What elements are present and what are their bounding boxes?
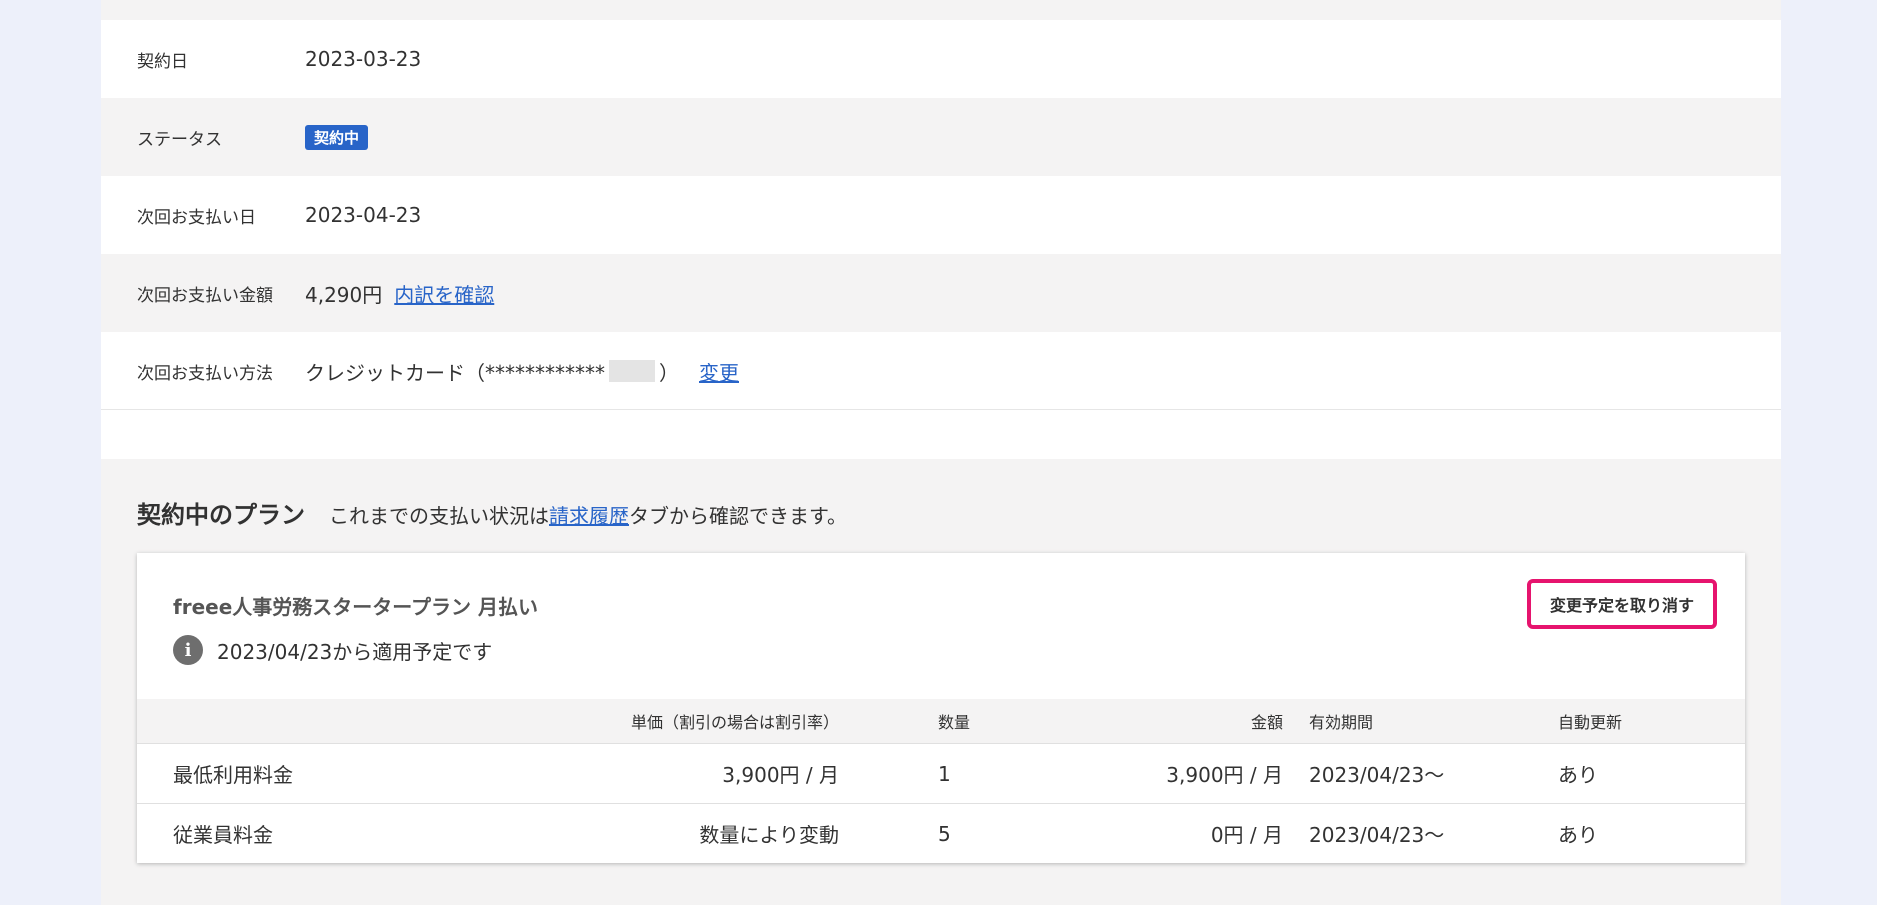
row-amount: 3,900円 / 月	[1166, 763, 1283, 787]
next-payment-date-value: 2023-04-23	[305, 203, 422, 227]
row-auto-renew: あり	[1558, 763, 1598, 787]
next-payment-amount-value: 4,290円	[305, 282, 383, 307]
col-auto-renew-header: 自動更新	[1558, 713, 1623, 732]
plan-section-heading: 契約中のプラン これまでの支払い状況は請求履歴タブから確認できます。	[137, 495, 847, 530]
payment-method-label: 次回お支払い方法	[137, 363, 273, 384]
breakdown-link[interactable]: 内訳を確認	[394, 279, 494, 308]
row-unit-price: 数量により変動	[699, 823, 839, 847]
status-badge: 契約中	[305, 124, 369, 150]
row-name: 従業員料金	[173, 823, 273, 847]
masked-card-number	[609, 360, 655, 382]
table-row: 従業員料金 数量により変動 5 0円 / 月 2023/04/23〜 あり	[137, 804, 1745, 863]
contract-panel: 契約日 2023-03-23 ステータス 契約中 次回お支払い日 2023-04…	[101, 0, 1781, 905]
next-payment-amount-row: 次回お支払い金額 4,290円 内訳を確認	[101, 254, 1781, 332]
plan-schedule-note: i 2023/04/23から適用予定です	[173, 635, 492, 665]
next-payment-amount-label: 次回お支払い金額	[137, 285, 273, 306]
divider	[101, 409, 1781, 459]
next-payment-date-label: 次回お支払い日	[137, 207, 256, 228]
row-period: 2023/04/23〜	[1309, 763, 1445, 787]
payment-method-value: クレジットカード（************	[305, 360, 605, 385]
row-period: 2023/04/23〜	[1309, 823, 1445, 847]
col-quantity-header: 数量	[938, 713, 971, 732]
row-name: 最低利用料金	[173, 763, 293, 787]
plan-name: freee人事労務スタータープラン 月払い	[173, 595, 539, 619]
payment-method-row: 次回お支払い方法 クレジットカード（************ ） 変更	[101, 332, 1781, 410]
contract-date-value: 2023-03-23	[305, 47, 422, 71]
cancel-scheduled-change-button[interactable]: 変更予定を取り消す	[1527, 579, 1717, 629]
row-auto-renew: あり	[1558, 823, 1598, 847]
col-amount-header: 金額	[1250, 713, 1283, 732]
plan-card: freee人事労務スタータープラン 月払い i 2023/04/23から適用予定…	[137, 553, 1745, 863]
row-unit-price: 3,900円 / 月	[722, 763, 839, 787]
col-unit-price-header: 単価（割引の場合は割引率）	[630, 713, 839, 732]
plan-schedule-text: 2023/04/23から適用予定です	[217, 639, 493, 664]
plan-desc-text-end: タブから確認できます。	[629, 504, 847, 528]
contract-date-label: 契約日	[137, 51, 188, 72]
status-label: ステータス	[137, 129, 222, 150]
next-payment-date-row: 次回お支払い日 2023-04-23	[101, 176, 1781, 254]
status-row: ステータス 契約中	[101, 98, 1781, 176]
table-row: 最低利用料金 3,900円 / 月 1 3,900円 / 月 2023/04/2…	[137, 744, 1745, 804]
payment-method-suffix: ）	[659, 360, 679, 385]
change-payment-link[interactable]: 変更	[699, 357, 739, 386]
row-quantity: 5	[938, 821, 951, 846]
plan-section-title: 契約中のプラン	[137, 501, 305, 529]
contract-date-row: 契約日 2023-03-23	[101, 20, 1781, 98]
billing-history-link[interactable]: 請求履歴	[549, 504, 629, 528]
info-circle-icon: i	[173, 635, 203, 665]
plan-table: 単価（割引の場合は割引率） 数量 金額 有効期間 自動更新 最低利用料金 3,9…	[137, 699, 1745, 863]
plan-desc-text: これまでの支払い状況は	[329, 504, 549, 528]
col-period-header: 有効期間	[1309, 713, 1374, 732]
table-header: 単価（割引の場合は割引率） 数量 金額 有効期間 自動更新	[137, 699, 1745, 744]
row-amount: 0円 / 月	[1210, 823, 1283, 847]
plan-section-description: これまでの支払い状況は請求履歴タブから確認できます。	[329, 500, 847, 529]
row-quantity: 1	[938, 761, 951, 786]
